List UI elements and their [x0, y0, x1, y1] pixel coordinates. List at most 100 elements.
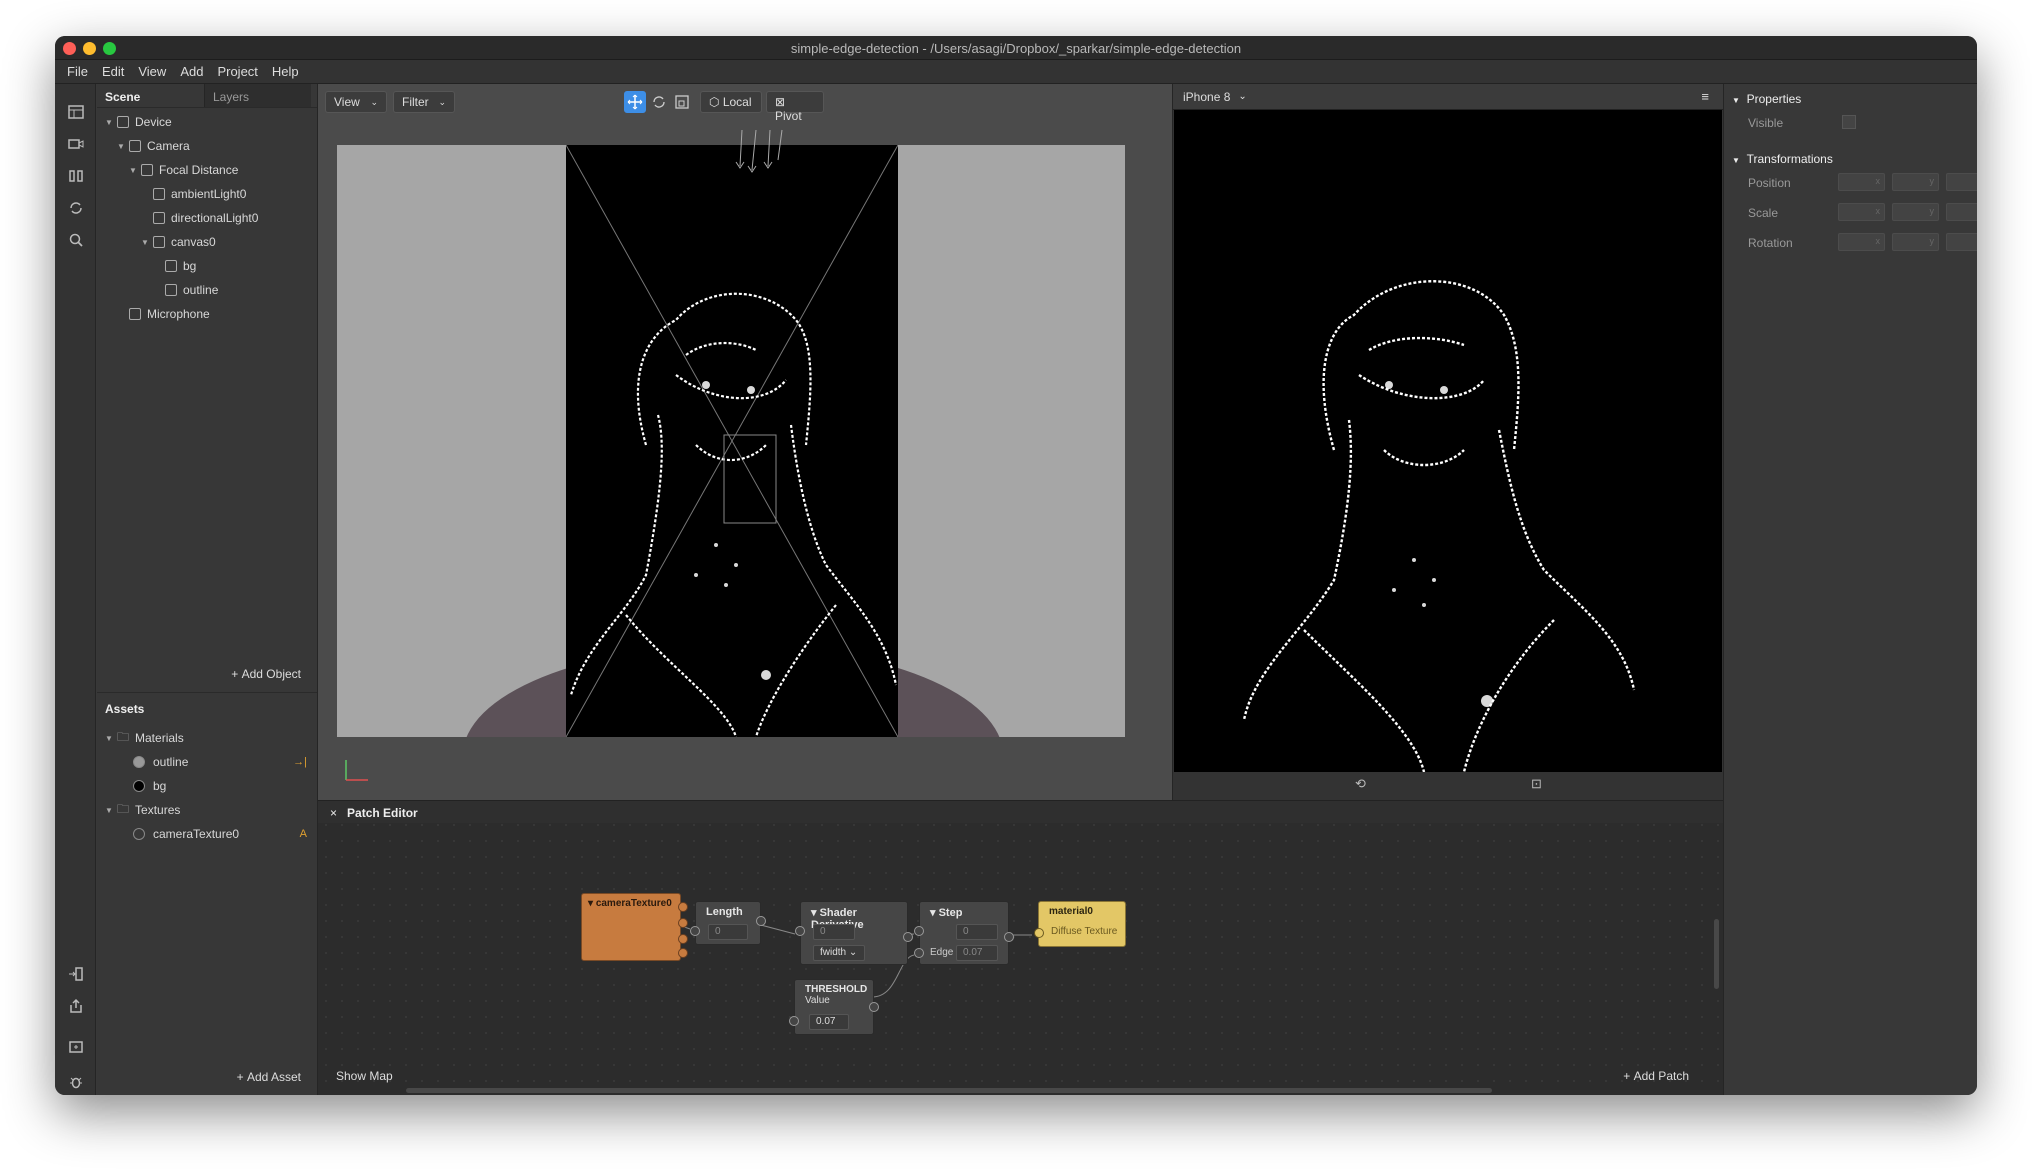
- transform-field[interactable]: x: [1838, 233, 1885, 251]
- transform-field[interactable]: y: [1892, 203, 1939, 221]
- scene-tree-item[interactable]: ▼ canvas0: [97, 230, 317, 254]
- add-object-label: Add Object: [241, 667, 301, 681]
- edge-input[interactable]: 0.07: [956, 945, 998, 961]
- menu-view[interactable]: View: [138, 64, 166, 79]
- output-port[interactable]: [678, 934, 688, 944]
- camera-texture-node[interactable]: ▾ cameraTexture0: [581, 893, 688, 961]
- video-icon[interactable]: [67, 136, 85, 154]
- shader-derivative-node[interactable]: ▾ Shader Derivative 0 fwidth ⌄: [795, 901, 913, 965]
- scene-tree-item[interactable]: ▼ Focal Distance: [97, 158, 317, 182]
- caret-down-icon[interactable]: ▼: [129, 166, 139, 175]
- chevron-down-icon[interactable]: ⌄: [1238, 91, 1246, 102]
- scene-tree-item[interactable]: ▼ Device: [97, 110, 317, 134]
- patch-editor[interactable]: × Patch Editor ▾ cameraTexture0 Length 0: [318, 800, 1723, 1095]
- menu-add[interactable]: Add: [180, 64, 203, 79]
- caret-down-icon[interactable]: ▼: [105, 806, 115, 815]
- filter-dropdown[interactable]: Filter ⌄: [393, 91, 455, 113]
- output-port[interactable]: [756, 916, 766, 926]
- scene-tree-item[interactable]: ambientLight0: [97, 182, 317, 206]
- scene-tree-item[interactable]: ▼ Camera: [97, 134, 317, 158]
- viewport[interactable]: View ⌄ Filter ⌄ ⬡ Local ⊠ Pivot: [318, 84, 1173, 800]
- add-asset-button[interactable]: + Add Asset: [237, 1070, 301, 1084]
- device-selector[interactable]: iPhone 8: [1183, 90, 1230, 104]
- simulator-screen[interactable]: [1174, 110, 1722, 773]
- add-patch-button[interactable]: + Add Patch: [1623, 1069, 1689, 1083]
- scale-tool-icon[interactable]: [674, 94, 690, 110]
- derivative-mode-select[interactable]: fwidth ⌄: [813, 945, 865, 961]
- horizontal-scrollbar[interactable]: [406, 1088, 1492, 1093]
- caret-down-icon[interactable]: ▼: [117, 142, 127, 151]
- move-tool-button[interactable]: [624, 91, 646, 113]
- transformations-section[interactable]: ▼ Transformations: [1732, 152, 1833, 166]
- rotate-tool-icon[interactable]: [651, 94, 667, 110]
- scene-tree-item[interactable]: outline: [97, 278, 317, 302]
- length-input[interactable]: 0: [708, 924, 748, 940]
- step-node[interactable]: ▾ Step 0 Edge 0.07: [914, 901, 1014, 965]
- asset-group[interactable]: ▼ 🗀 Materials: [97, 726, 317, 750]
- scene-tree-item[interactable]: bg: [97, 254, 317, 278]
- threshold-node[interactable]: THRESHOLD Value 0.07: [789, 979, 879, 1035]
- layout-icon[interactable]: [67, 104, 85, 122]
- asset-item[interactable]: outline →|: [97, 750, 317, 774]
- threshold-title: THRESHOLD: [805, 984, 868, 995]
- output-port[interactable]: [678, 918, 688, 928]
- transform-field[interactable]: x: [1838, 203, 1885, 221]
- output-port[interactable]: [678, 948, 688, 958]
- properties-section[interactable]: ▼ Properties: [1732, 92, 1801, 106]
- visible-checkbox[interactable]: [1842, 115, 1856, 129]
- menu-edit[interactable]: Edit: [102, 64, 124, 79]
- phone-icon: [117, 116, 129, 128]
- asset-item[interactable]: bg: [97, 774, 317, 798]
- derivative-input[interactable]: 0: [813, 924, 855, 940]
- menu-file[interactable]: File: [67, 64, 88, 79]
- zoom-icon[interactable]: [67, 232, 85, 250]
- output-port[interactable]: [678, 902, 688, 912]
- library-icon[interactable]: [67, 1038, 85, 1056]
- caret-down-icon[interactable]: ▼: [105, 118, 115, 127]
- material-node[interactable]: material0 Diffuse Texture: [1034, 901, 1126, 947]
- show-map-button[interactable]: Show Map: [336, 1069, 393, 1083]
- rotate-device-icon[interactable]: ⟲: [1355, 776, 1366, 792]
- lock-rotation-icon[interactable]: ⊡: [1531, 776, 1542, 792]
- transform-field[interactable]: x: [1838, 173, 1885, 191]
- bug-icon[interactable]: [67, 1074, 85, 1092]
- output-port[interactable]: [869, 1002, 879, 1012]
- caret-down-icon: ▼: [1732, 156, 1740, 165]
- output-port[interactable]: [903, 932, 913, 942]
- input-port[interactable]: [914, 926, 924, 936]
- split-view-icon[interactable]: [67, 168, 85, 186]
- scene-tree-item[interactable]: directionalLight0: [97, 206, 317, 230]
- refresh-icon[interactable]: [67, 200, 85, 218]
- tab-scene[interactable]: Scene: [97, 84, 204, 107]
- menu-project[interactable]: Project: [217, 64, 257, 79]
- add-object-button[interactable]: + Add Object: [231, 667, 301, 681]
- caret-down-icon[interactable]: ▼: [105, 734, 115, 743]
- menu-icon[interactable]: ≡: [1701, 89, 1709, 104]
- transform-field[interactable]: y: [1892, 233, 1939, 251]
- input-port[interactable]: [690, 926, 700, 936]
- caret-down-icon[interactable]: ▼: [141, 238, 151, 247]
- input-port[interactable]: [914, 948, 924, 958]
- tab-layers[interactable]: Layers: [204, 84, 311, 107]
- length-node[interactable]: Length 0: [690, 901, 766, 945]
- transform-field[interactable]: z: [1946, 203, 1977, 221]
- transform-field[interactable]: z: [1946, 173, 1977, 191]
- scene-tree-item[interactable]: Microphone: [97, 302, 317, 326]
- transform-field[interactable]: z: [1946, 233, 1977, 251]
- share-icon[interactable]: [67, 998, 85, 1016]
- vertical-scrollbar[interactable]: [1714, 919, 1719, 989]
- view-dropdown[interactable]: View ⌄: [325, 91, 387, 113]
- length-title: Length: [706, 906, 743, 918]
- step-input[interactable]: 0: [956, 924, 998, 940]
- input-port[interactable]: [795, 926, 805, 936]
- caret-down-icon: ▾: [930, 907, 936, 919]
- asset-group[interactable]: ▼ 🗀 Textures: [97, 798, 317, 822]
- transform-field[interactable]: y: [1892, 173, 1939, 191]
- menu-help[interactable]: Help: [272, 64, 299, 79]
- input-port[interactable]: [1034, 928, 1044, 938]
- threshold-input[interactable]: 0.07: [809, 1014, 849, 1030]
- asset-item[interactable]: cameraTexture0 A: [97, 822, 317, 846]
- send-to-device-icon[interactable]: [67, 966, 85, 984]
- input-port[interactable]: [789, 1016, 799, 1026]
- output-port[interactable]: [1004, 932, 1014, 942]
